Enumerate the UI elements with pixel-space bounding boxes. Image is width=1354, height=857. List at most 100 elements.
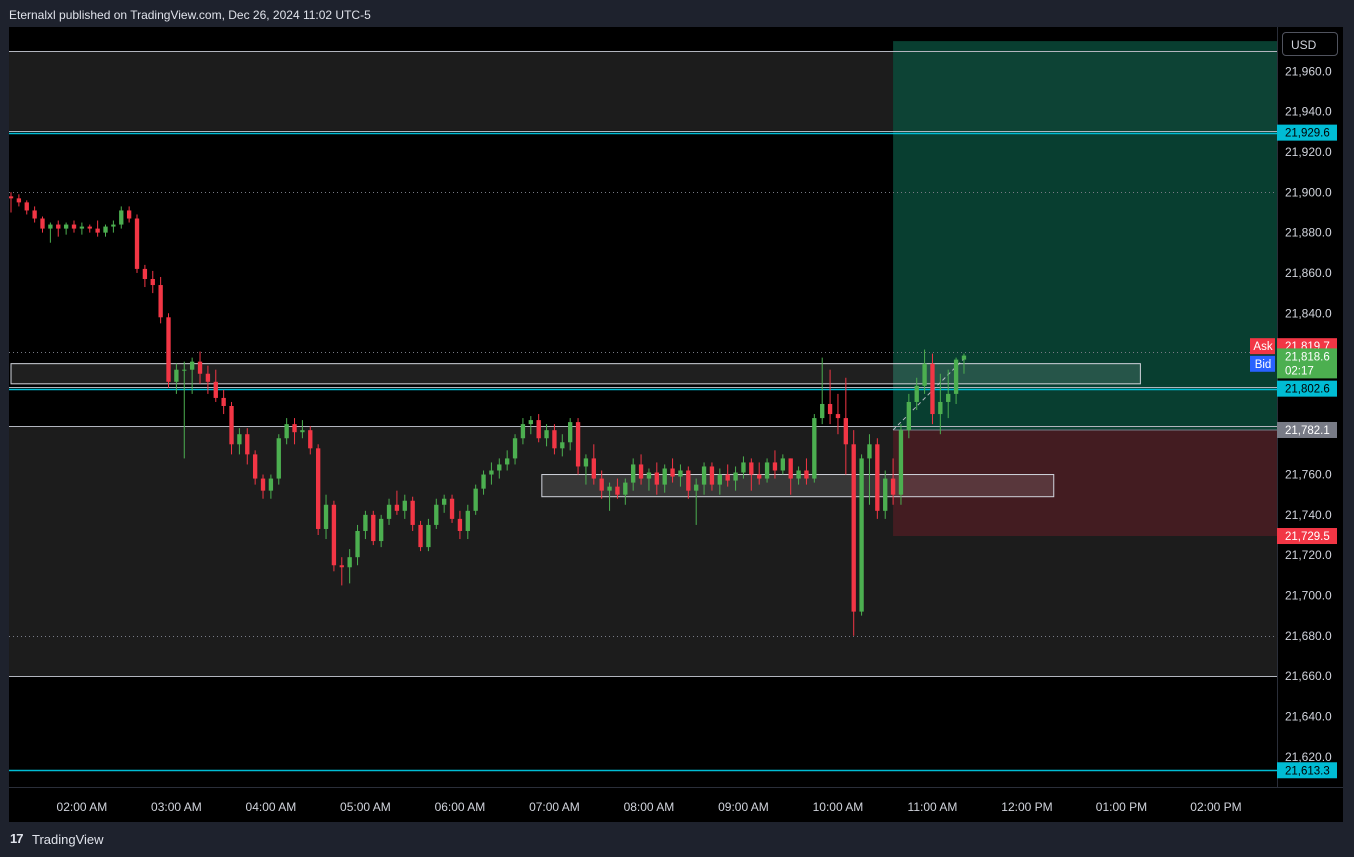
candle-body: [796, 470, 801, 479]
candle-body: [63, 224, 69, 229]
candle-body: [119, 210, 124, 225]
time-tick-label: 02:00 PM: [1190, 800, 1241, 814]
candle-body: [48, 224, 53, 229]
candle-body: [32, 210, 37, 219]
candle-body: [835, 414, 841, 419]
price-tick-label: 21,720.0: [1285, 548, 1332, 562]
brand-name: TradingView: [32, 832, 104, 847]
candle-body: [631, 464, 636, 483]
candle-body: [780, 458, 785, 471]
candle-body: [40, 218, 45, 229]
bid-tag: Bid: [1255, 359, 1272, 371]
level-price-label: 21,929.6: [1285, 128, 1330, 140]
candle-body: [512, 438, 518, 459]
candle-body: [418, 524, 423, 548]
candle-body: [733, 472, 738, 481]
candle-body: [260, 478, 266, 491]
price-tick-label: 21,960.0: [1285, 64, 1332, 78]
time-tick-label: 10:00 AM: [813, 800, 864, 814]
candle-body: [292, 424, 297, 433]
candle-body: [717, 474, 722, 485]
candle-body: [552, 430, 557, 449]
candle-body: [465, 510, 470, 531]
candle-body: [103, 226, 108, 233]
candle-body: [599, 478, 604, 491]
price-tick-label: 21,740.0: [1285, 508, 1332, 522]
candle-body: [331, 504, 337, 566]
candle-body: [221, 397, 226, 406]
bar-countdown: 02:17: [1285, 365, 1314, 377]
candle-body: [544, 430, 549, 439]
candle-body: [709, 466, 715, 485]
candle-body: [646, 472, 652, 479]
time-tick-label: 07:00 AM: [529, 800, 580, 814]
price-tick-label: 21,880.0: [1285, 226, 1332, 240]
ask-tag: Ask: [1253, 341, 1272, 353]
candle-body: [725, 474, 730, 481]
candle-body: [678, 470, 683, 477]
candle-body: [182, 369, 187, 371]
candle-body: [922, 363, 927, 386]
candle-body: [142, 268, 148, 279]
chart-pane[interactable]: 21,960.0 21,940.0 21,920.0 21,900.0 21,880.0…: [9, 27, 1343, 822]
publish-header: Eternalxl published on TradingView.com, …: [0, 0, 1354, 27]
candle-body: [536, 420, 541, 439]
candle-body: [914, 385, 919, 402]
price-tick-label: 21,940.0: [1285, 105, 1332, 119]
long-position-tool: [892, 41, 1277, 537]
candle-body: [694, 484, 699, 491]
candle-body: [371, 514, 376, 542]
candle-body: [189, 361, 195, 370]
candle-body: [749, 462, 754, 475]
candle-body: [276, 438, 281, 479]
candle-body: [615, 486, 620, 495]
candle-body: [245, 434, 250, 455]
candle-body: [434, 504, 439, 525]
candle-body: [883, 478, 888, 511]
time-tick-label: 09:00 AM: [718, 800, 769, 814]
candle-body: [938, 401, 943, 415]
candle-body: [457, 518, 463, 531]
currency-selector[interactable]: USD: [1282, 32, 1338, 56]
candle-body: [402, 500, 407, 511]
time-tick-label: 02:00 AM: [57, 800, 108, 814]
candle-body: [859, 458, 864, 612]
candle-body: [394, 504, 400, 511]
candle-body: [308, 430, 313, 449]
time-tick-label: 04:00 AM: [246, 800, 297, 814]
time-tick-label: 01:00 PM: [1096, 800, 1147, 814]
candle-body: [197, 361, 203, 374]
stop-price-label: 21,729.5: [1285, 531, 1330, 543]
level-price-label: 21,802.6: [1285, 384, 1330, 396]
time-tick-label: 08:00 AM: [624, 800, 675, 814]
candle-body: [268, 478, 274, 491]
time-tick-label: 12:00 PM: [1001, 800, 1052, 814]
footer-bar: [0, 822, 1354, 857]
candle-body: [323, 504, 329, 529]
time-tick-label: 05:00 AM: [340, 800, 391, 814]
candle-body: [930, 363, 935, 415]
candle-body: [827, 403, 833, 415]
candle-body: [686, 470, 691, 491]
candle-body: [505, 458, 510, 465]
price-tick-label: 21,660.0: [1285, 669, 1332, 683]
publish-info: Eternalxl published on TradingView.com, …: [9, 8, 371, 22]
price-tick-label: 21,860.0: [1285, 266, 1332, 280]
candlestick-chart[interactable]: 21,960.0 21,940.0 21,920.0 21,900.0 21,880.0…: [9, 27, 1343, 822]
candle-body: [591, 458, 596, 479]
price-tick-label: 21,700.0: [1285, 588, 1332, 602]
candle-body: [898, 430, 904, 495]
candle-body: [875, 444, 880, 511]
candle-body: [237, 434, 242, 445]
candle-body: [9, 196, 14, 199]
candle-body: [229, 405, 234, 445]
candle-body: [772, 462, 778, 471]
price-tick-label: 21,840.0: [1285, 306, 1332, 320]
candle-body: [150, 278, 155, 286]
candle-body: [812, 418, 817, 479]
candle-body: [654, 472, 659, 485]
candle-body: [56, 224, 61, 229]
price-tick-label: 21,620.0: [1285, 750, 1332, 764]
candle-body: [560, 442, 565, 449]
candle-body: [126, 210, 132, 219]
